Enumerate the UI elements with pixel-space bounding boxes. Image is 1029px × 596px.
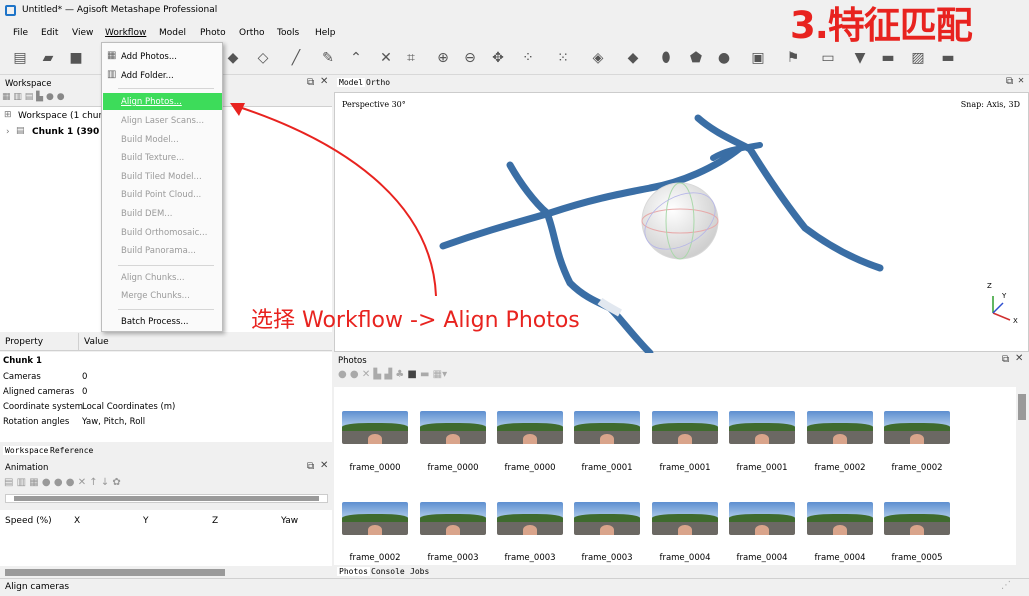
photo-thumbnail[interactable] [497, 411, 563, 444]
menu-item[interactable]: Build Point Cloud... [121, 190, 201, 200]
photo-thumbnail[interactable] [497, 502, 563, 535]
photo-label: frame_0005 [891, 553, 943, 563]
photo-thumbnail[interactable] [884, 502, 950, 535]
photo-thumbnail[interactable] [342, 411, 408, 444]
photo-label: frame_0000 [349, 463, 401, 473]
photo-label: frame_0001 [581, 463, 633, 473]
photo-thumbnail[interactable] [652, 411, 718, 444]
menu-item[interactable]: Build Panorama... [121, 246, 196, 256]
photo-label: frame_0004 [814, 553, 866, 563]
photo-label: frame_0000 [504, 463, 556, 473]
photo-thumbnail[interactable] [420, 411, 486, 444]
photo-label: frame_0000 [427, 463, 479, 473]
menu-item[interactable]: Batch Process... [121, 317, 189, 327]
photo-thumbnail[interactable] [807, 411, 873, 444]
photo-label: frame_0002 [814, 463, 866, 473]
photo-thumbnail[interactable] [884, 411, 950, 444]
photo-label: frame_0002 [349, 553, 401, 563]
photo-label: frame_0002 [891, 463, 943, 473]
menu-item[interactable]: Build Tiled Model... [121, 172, 202, 182]
photo-label: frame_0003 [581, 553, 633, 563]
menu-item[interactable]: Add Photos... [121, 52, 177, 62]
photo-thumbnail[interactable] [574, 411, 640, 444]
menu-item[interactable]: Align Laser Scans... [121, 116, 204, 126]
photo-thumbnail[interactable] [574, 502, 640, 535]
photo-label: frame_0003 [427, 553, 479, 563]
menu-item[interactable]: Build Orthomosaic... [121, 228, 207, 238]
photo-label: frame_0004 [736, 553, 788, 563]
photo-thumbnail[interactable] [420, 502, 486, 535]
menu-item[interactable]: Merge Chunks... [121, 291, 190, 301]
photo-thumbnail[interactable] [729, 502, 795, 535]
photo-label: frame_0001 [736, 463, 788, 473]
menu-item[interactable]: Build Model... [121, 135, 179, 145]
photo-label: frame_0001 [659, 463, 711, 473]
menu-item[interactable]: Add Folder... [121, 71, 174, 81]
photo-label: frame_0003 [504, 553, 556, 563]
photo-thumbnail[interactable] [729, 411, 795, 444]
menu-item[interactable]: Align Photos... [121, 97, 182, 107]
menu-item[interactable]: Align Chunks... [121, 273, 185, 283]
photo-label: frame_0004 [659, 553, 711, 563]
menu-item[interactable]: Build DEM... [121, 209, 172, 219]
photo-thumbnail[interactable] [342, 502, 408, 535]
photo-thumbnail[interactable] [807, 502, 873, 535]
annotation-text: 选择 Workflow -> Align Photos [251, 308, 580, 333]
photo-thumbnail[interactable] [652, 502, 718, 535]
menu-item[interactable]: Build Texture... [121, 153, 184, 163]
